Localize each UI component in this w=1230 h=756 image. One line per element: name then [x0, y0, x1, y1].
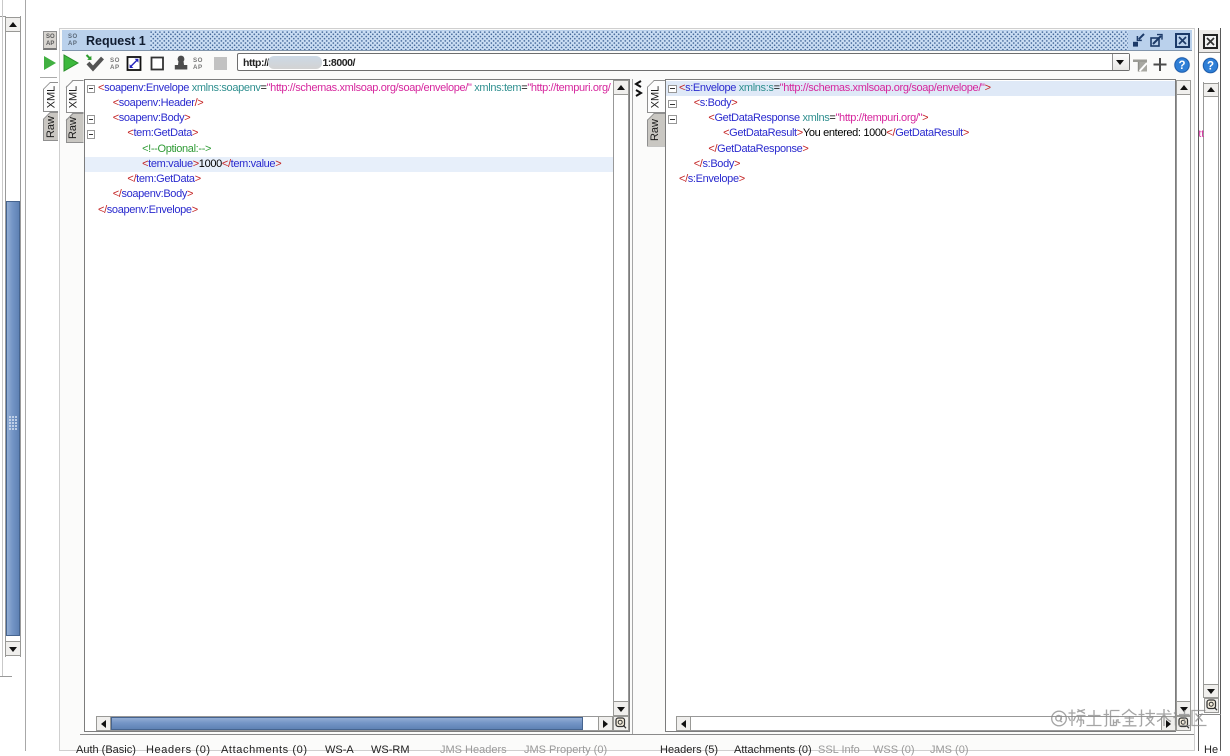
svg-text:?: ? [1207, 61, 1214, 73]
svg-text:AP: AP [110, 64, 120, 71]
svg-text:SO: SO [193, 57, 203, 64]
svg-text:SO: SO [110, 57, 120, 64]
svg-text:?: ? [1178, 60, 1185, 72]
svg-text:AP: AP [193, 64, 203, 71]
